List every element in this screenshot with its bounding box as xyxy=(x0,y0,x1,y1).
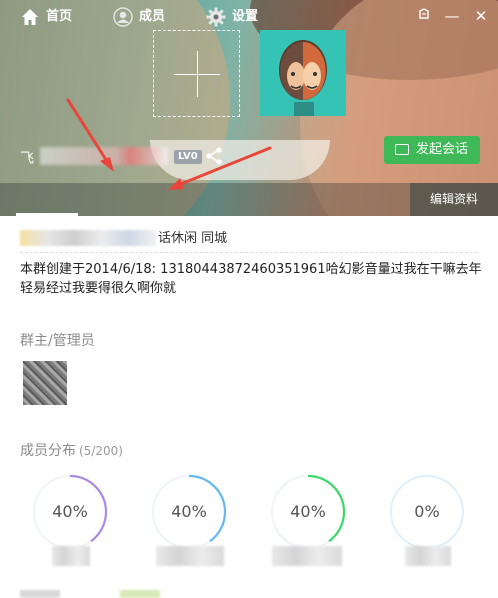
ring-percent: 40% xyxy=(290,502,326,521)
footer-redacted xyxy=(20,590,60,598)
distribution-ring[interactable]: 40% xyxy=(32,474,108,550)
footer-redacted xyxy=(120,590,160,598)
distribution-section-title: 成员分布 (5/200) xyxy=(20,440,123,460)
annotation-arrows xyxy=(66,98,272,190)
group-tags-redacted xyxy=(20,230,156,246)
distribution-ring[interactable]: 40% xyxy=(151,474,227,550)
member-count: (5/200) xyxy=(79,444,123,458)
group-header: — ✕ 飞 LV0 发起会话 首页 成员 设置 编辑资料 xyxy=(0,0,498,216)
group-tags-text: 话休闲 同城 xyxy=(158,231,228,246)
ring-label-redacted xyxy=(272,546,342,566)
ring-label-redacted xyxy=(52,546,90,566)
divider xyxy=(20,252,478,253)
group-description: 本群创建于2014/6/18: 13180443872460351961哈幻影音… xyxy=(20,262,482,296)
ring-percent: 40% xyxy=(52,502,88,521)
admins-title-text: 群主/管理员 xyxy=(20,333,95,349)
distribution-title-text: 成员分布 xyxy=(20,443,76,459)
ring-label-redacted xyxy=(156,546,224,566)
owner-avatar[interactable] xyxy=(23,361,67,405)
distribution-ring[interactable]: 0% xyxy=(389,474,465,550)
group-tags: 话休闲 同城 xyxy=(20,228,478,249)
ring-label-redacted xyxy=(405,546,451,566)
ring-percent: 40% xyxy=(171,502,207,521)
admins-section-title: 群主/管理员 xyxy=(20,330,95,350)
ring-percent: 0% xyxy=(414,502,440,521)
distribution-ring[interactable]: 40% xyxy=(270,474,346,550)
